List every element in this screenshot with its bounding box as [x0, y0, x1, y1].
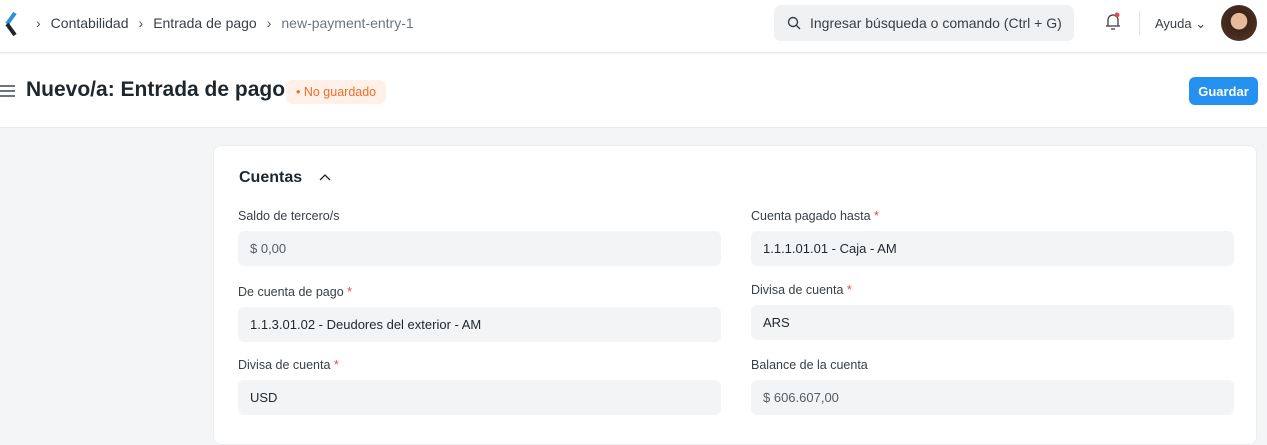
- page-title: Nuevo/a: Entrada de pago: [26, 78, 286, 101]
- field-balance-cuenta: Balance de la cuenta $ 606.607,00: [751, 358, 1234, 415]
- field-label: Cuenta pagado hasta: [751, 209, 871, 223]
- status-badge: • No guardado: [286, 80, 387, 104]
- field-label: De cuenta de pago: [238, 285, 344, 299]
- balance-cuenta-input[interactable]: $ 606.607,00: [751, 380, 1234, 415]
- field-de-cuenta-pago: De cuenta de pago * 1.1.3.01.02 - Deudor…: [238, 285, 721, 342]
- field-cuenta-pagado-hasta: Cuenta pagado hasta * 1.1.1.01.01 - Caja…: [751, 209, 1234, 266]
- chevron-up-icon[interactable]: [319, 173, 331, 183]
- field-label: Divisa de cuenta: [238, 358, 331, 372]
- divisa-cuenta-destino-input[interactable]: ARS: [751, 305, 1234, 340]
- breadcrumb: › Contabilidad › Entrada de pago › new-p…: [36, 15, 414, 31]
- app-logo-icon[interactable]: [4, 12, 18, 36]
- save-button[interactable]: Guardar: [1189, 77, 1258, 105]
- field-label: Balance de la cuenta: [751, 358, 868, 372]
- breadcrumb-current[interactable]: new-payment-entry-1: [281, 15, 413, 31]
- chevron-right-icon: ›: [138, 15, 144, 31]
- section-title[interactable]: Cuentas: [239, 169, 302, 187]
- avatar[interactable]: [1221, 5, 1257, 41]
- navbar: › Contabilidad › Entrada de pago › new-p…: [0, 0, 1267, 53]
- saldo-tercero-input[interactable]: $ 0,00: [238, 231, 721, 266]
- field-label: Saldo de tercero/s: [238, 209, 340, 223]
- breadcrumb-contabilidad[interactable]: Contabilidad: [51, 15, 129, 31]
- status-text: No guardado: [303, 85, 377, 99]
- help-dropdown[interactable]: Ayuda ⌄: [1155, 16, 1206, 32]
- required-marker: *: [333, 358, 339, 372]
- required-marker: *: [874, 209, 879, 223]
- page-header: Nuevo/a: Entrada de pago • No guardado G…: [0, 54, 1267, 128]
- search-placeholder: Ingresar búsqueda o comando (Ctrl + G): [810, 15, 1062, 31]
- search-icon: [787, 16, 801, 30]
- sidebar-toggle-icon[interactable]: [0, 85, 15, 100]
- accounts-section: Cuentas Saldo de tercero/s $ 0,00 Cuenta…: [213, 145, 1257, 445]
- breadcrumb-entrada-de-pago[interactable]: Entrada de pago: [153, 15, 257, 31]
- required-marker: *: [347, 285, 352, 299]
- chevron-right-icon: ›: [266, 15, 272, 31]
- chevron-down-icon: ⌄: [1195, 16, 1207, 31]
- help-label: Ayuda: [1155, 16, 1192, 31]
- notification-bell-icon[interactable]: [1104, 12, 1122, 32]
- cuenta-pagado-hasta-input[interactable]: 1.1.1.01.01 - Caja - AM: [751, 231, 1234, 266]
- field-label: Divisa de cuenta: [751, 283, 844, 297]
- required-marker: *: [846, 283, 852, 297]
- field-divisa-cuenta-origen: Divisa de cuenta * USD: [238, 358, 721, 415]
- field-saldo-tercero: Saldo de tercero/s $ 0,00: [238, 209, 721, 266]
- field-divisa-cuenta-destino: Divisa de cuenta * ARS: [751, 283, 1234, 340]
- divider: [1139, 11, 1140, 35]
- chevron-right-icon: ›: [36, 15, 41, 31]
- search-input[interactable]: Ingresar búsqueda o comando (Ctrl + G): [774, 5, 1074, 41]
- de-cuenta-pago-input[interactable]: 1.1.3.01.02 - Deudores del exterior - AM: [238, 307, 721, 342]
- divisa-cuenta-origen-input[interactable]: USD: [238, 380, 721, 415]
